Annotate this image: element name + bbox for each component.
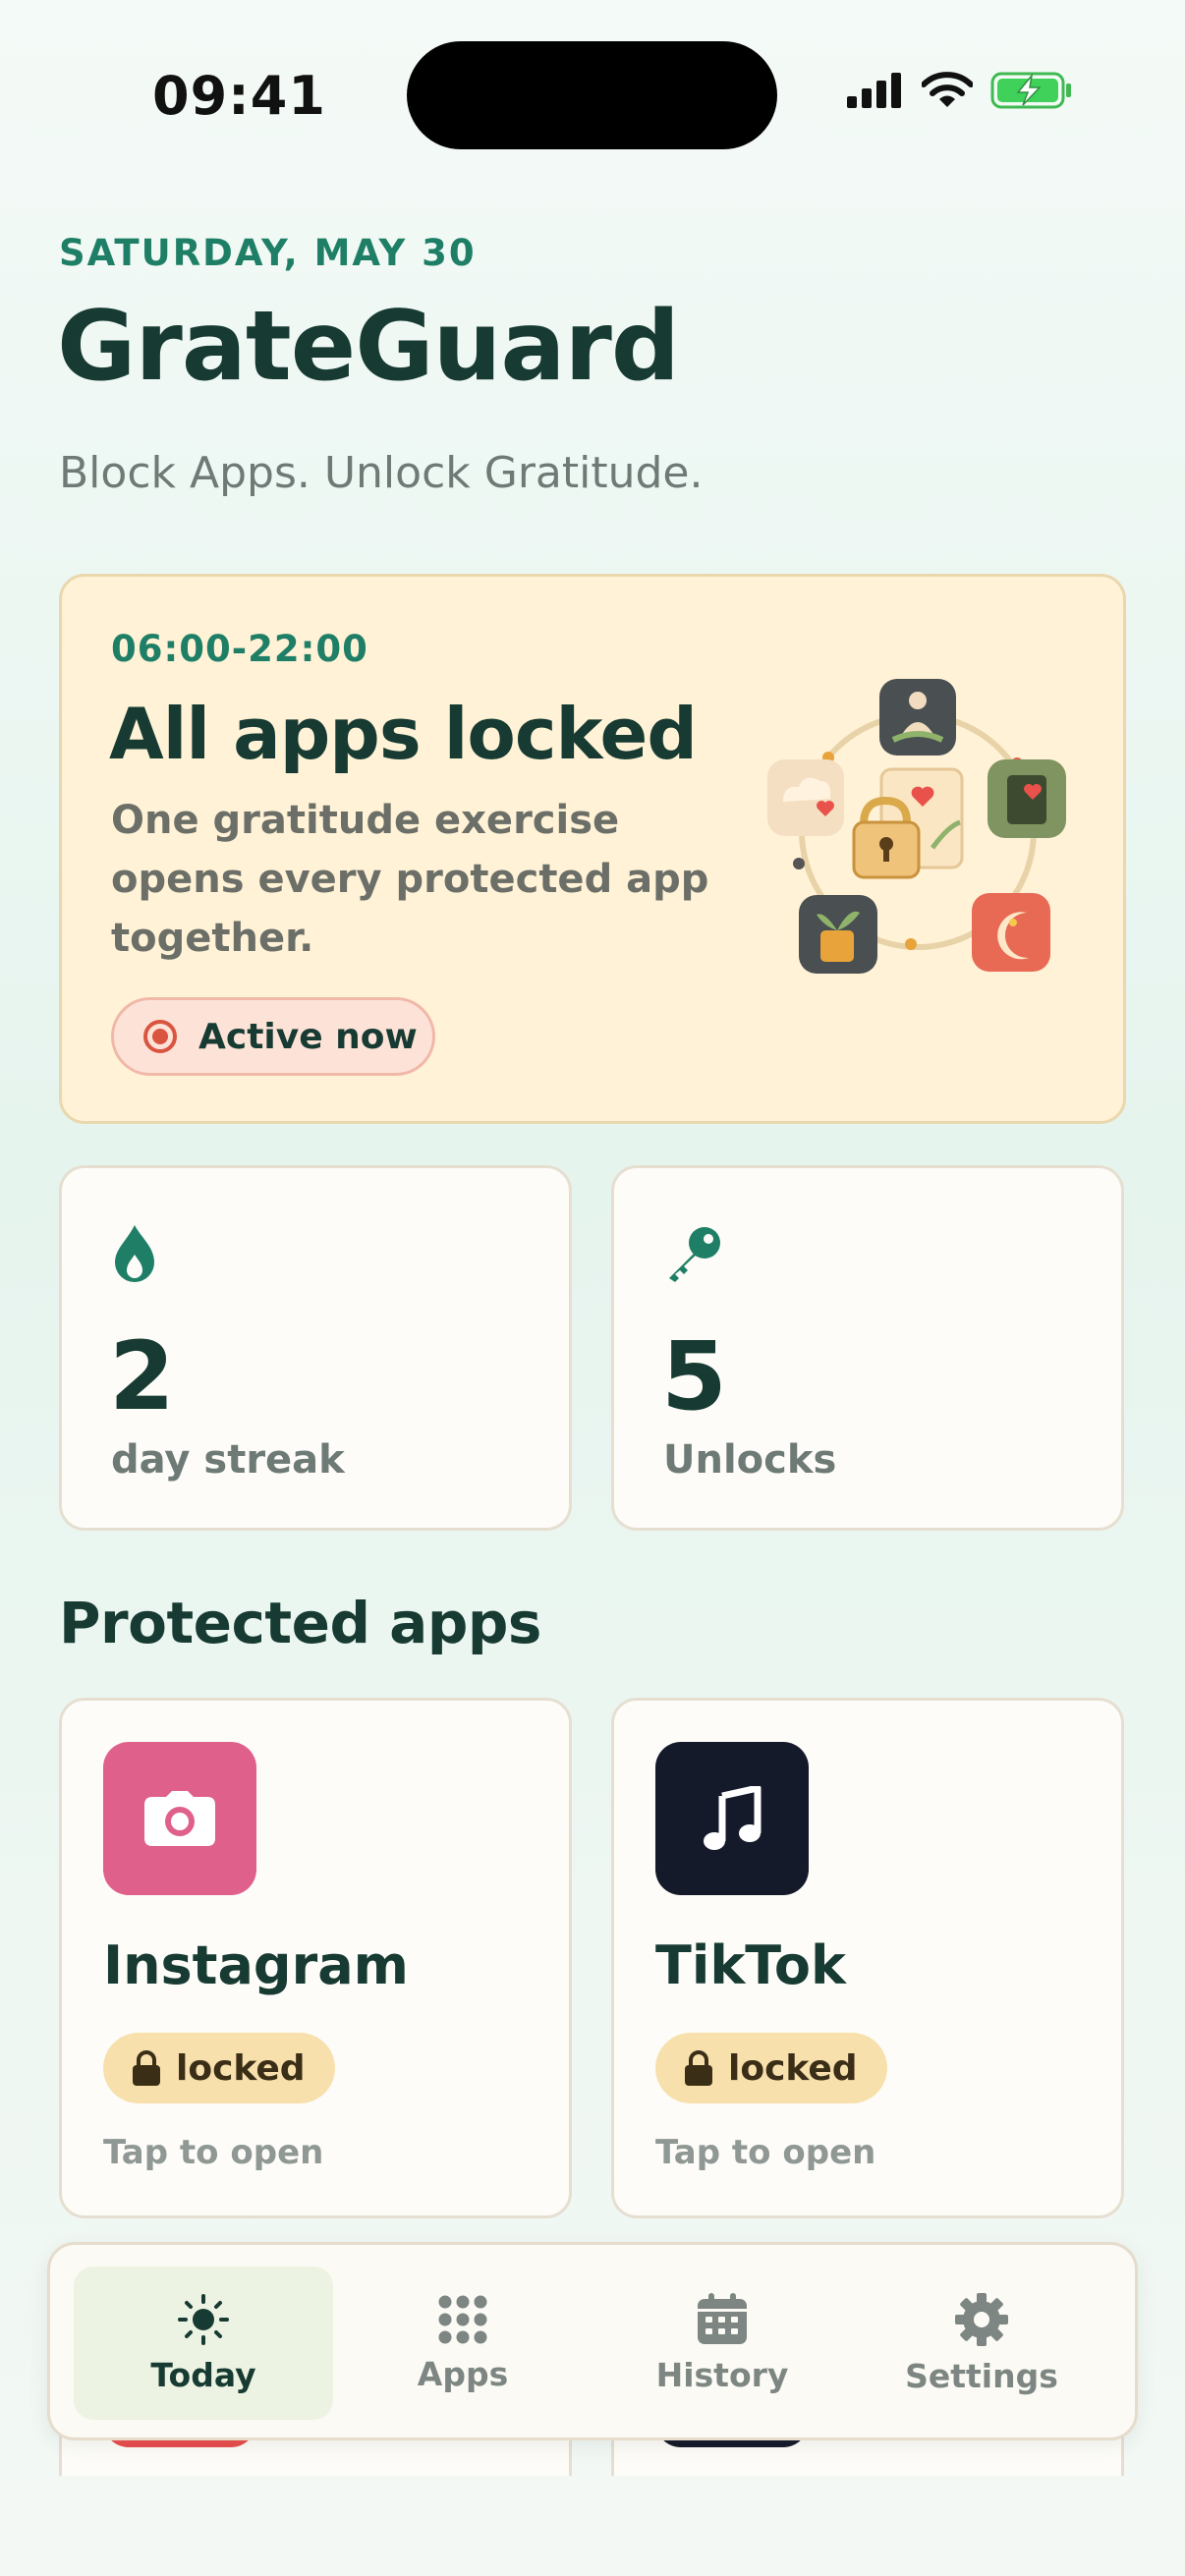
tap-to-open-label: Tap to open [103,2133,324,2172]
active-status-label: Active now [198,1016,418,1057]
lock-icon [133,2050,160,2086]
tap-to-open-label: Tap to open [655,2133,876,2172]
locked-label: locked [728,2047,858,2089]
sun-icon [178,2293,229,2345]
tab-bar: Today Apps History Settings [47,2242,1138,2440]
tiktok-app-icon [655,1742,809,1895]
tab-label: Today [150,2355,256,2394]
music-note-icon [704,1786,762,1850]
lock-icon [685,2050,712,2086]
tab-label: History [655,2355,789,2394]
streak-label: day streak [111,1437,345,1483]
gear-icon [955,2292,1008,2346]
tab-label: Apps [417,2354,509,2393]
gratitude-lock-illustration [767,679,1066,974]
current-date: SATURDAY, MAY 30 [59,232,477,274]
locked-label: locked [176,2047,306,2089]
tab-apps[interactable]: Apps [333,2267,592,2420]
camera-icon [144,1791,215,1846]
schedule-time-range: 06:00-22:00 [111,628,368,670]
app-name: Instagram [103,1934,409,1996]
app-card-tiktok[interactable]: TikTok locked Tap to open [611,1698,1124,2218]
app-name: TikTok [655,1934,846,1996]
protected-apps-heading: Protected apps [59,1590,541,1656]
status-bar: 09:41 [0,0,1185,187]
active-status-badge: Active now [111,997,435,1076]
status-time: 09:41 [152,65,326,127]
schedule-description: One gratitude exercise opens every prote… [111,798,709,961]
status-icons [847,71,1073,110]
schedule-title: All apps locked [109,693,698,775]
calendar-icon [698,2292,747,2344]
unlocks-stat-card: 5 Unlocks [611,1165,1124,1531]
tab-label: Settings [905,2356,1058,2395]
dynamic-island [407,41,777,149]
locked-badge: locked [103,2033,335,2103]
app-title: GrateGuard [57,291,680,403]
unlocks-label: Unlocks [663,1437,837,1483]
schedule-card[interactable]: 06:00-22:00 All apps locked One gratitud… [59,574,1126,1124]
locked-badge: locked [655,2033,887,2103]
record-dot-icon [143,1020,177,1053]
key-icon [669,1227,720,1282]
battery-charging-icon [990,72,1071,109]
streak-stat-card: 2 day streak [59,1165,572,1531]
wifi-icon [922,72,973,107]
tab-settings[interactable]: Settings [852,2267,1111,2420]
flame-icon [115,1225,154,1282]
tab-history[interactable]: History [592,2267,852,2420]
streak-value: 2 [109,1321,175,1431]
cellular-signal-icon [847,73,901,108]
grid-icon [438,2295,487,2343]
instagram-app-icon [103,1742,256,1895]
tab-today[interactable]: Today [74,2267,333,2420]
bottom-background [0,2476,1185,2576]
app-card-instagram[interactable]: Instagram locked Tap to open [59,1698,572,2218]
unlocks-value: 5 [661,1321,727,1431]
app-tagline: Block Apps. Unlock Gratitude. [59,448,704,498]
